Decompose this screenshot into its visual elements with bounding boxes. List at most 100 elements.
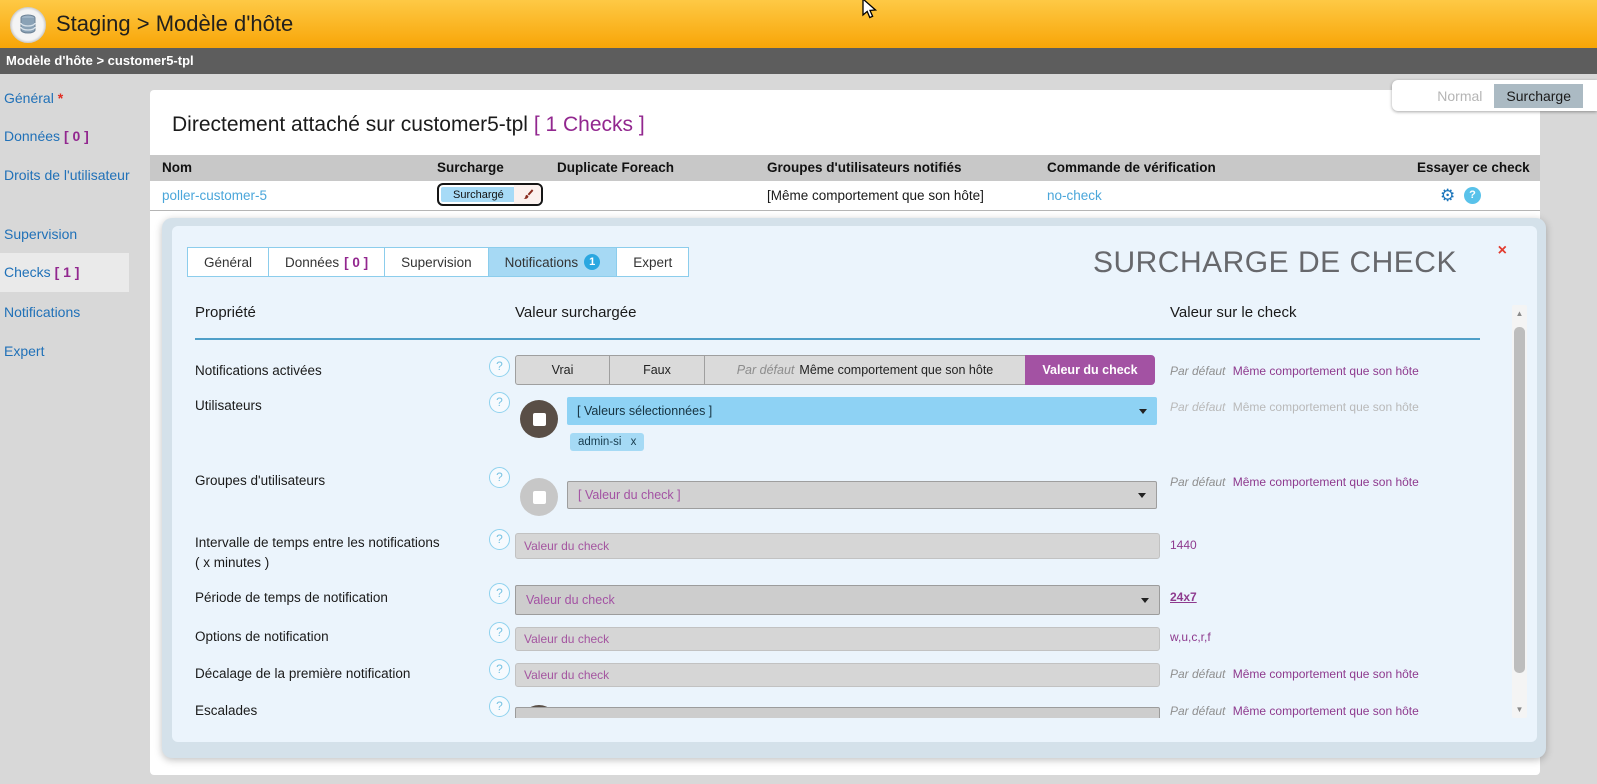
section-title: Directement attaché sur customer5-tpl [ … (172, 113, 645, 137)
sidebar-item-general[interactable]: Général * (4, 90, 144, 106)
check-value-text: Même comportement que son hôte (1233, 475, 1419, 489)
checks-table-header: Nom Surcharge Duplicate Foreach Groupes … (150, 155, 1540, 181)
tab-label: Données (285, 255, 339, 270)
section-title-count: [ 1 Checks ] (534, 113, 645, 136)
row-label-groupes: Groupes d'utilisateurs (195, 473, 325, 488)
tab-supervision[interactable]: Supervision (384, 247, 489, 277)
help-icon[interactable]: ? (489, 622, 510, 643)
mouse-cursor-icon (860, 0, 878, 25)
check-value-decalage: Par défaut Même comportement que son hôt… (1170, 667, 1419, 681)
option-label: Faux (643, 363, 671, 377)
row-label-utilisateurs: Utilisateurs (195, 398, 262, 413)
help-icon[interactable]: ? (489, 659, 510, 680)
groups-override-toggle[interactable] (520, 478, 558, 516)
help-icon[interactable]: ? (489, 529, 510, 550)
help-icon[interactable]: ? (489, 356, 510, 377)
sidebar-item-label: Droits de l'utilisateur (4, 167, 130, 183)
sidebar-item-label: Données (4, 128, 60, 144)
database-icon (10, 7, 46, 43)
first-notification-delay-input[interactable] (515, 663, 1160, 687)
check-value-prefix: Par défaut (1170, 400, 1225, 414)
sidebar-item-label: Supervision (4, 226, 77, 242)
option-valeur-check-button[interactable]: Valeur du check (1025, 355, 1155, 385)
groups-select[interactable]: [ Valeur du check ] (567, 481, 1157, 509)
surcharge-modal: × SURCHARGE DE CHECK Général Données [ 0… (162, 218, 1546, 758)
brush-icon (514, 185, 541, 204)
chevron-down-icon (1139, 409, 1147, 414)
chevron-down-icon (1138, 493, 1146, 498)
check-value-options: w,u,c,r,f (1170, 630, 1211, 644)
chip-label: admin-si (578, 436, 621, 448)
check-value-prefix: Par défaut (1170, 667, 1225, 681)
page-title: Staging > Modèle d'hôte (56, 0, 293, 48)
help-icon[interactable]: ? (489, 583, 510, 604)
surcharge-toggle-button[interactable]: Surcharge (1494, 84, 1583, 108)
col-surcharge: Surcharge (437, 155, 504, 181)
check-value-periode: 24x7 (1170, 590, 1197, 604)
breadcrumb: Modèle d'hôte > customer5-tpl (0, 48, 1597, 74)
col-groupes-notifies: Groupes d'utilisateurs notifiés (767, 155, 962, 181)
tab-expert[interactable]: Expert (616, 247, 689, 277)
check-value-text: w,u,c,r,f (1170, 630, 1211, 644)
select-value: [ Valeurs sélectionnées ] (577, 404, 712, 418)
sidebar-item-label: Général (4, 90, 54, 106)
sidebar-item-donnees[interactable]: Données [ 0 ] (4, 128, 144, 144)
gear-icon[interactable]: ⚙ (1440, 181, 1455, 210)
required-asterisk: * (58, 90, 63, 106)
option-vrai-button[interactable]: Vrai (515, 355, 610, 385)
check-value-prefix: Par défaut (1170, 364, 1225, 378)
surcharge-modal-body: × SURCHARGE DE CHECK Général Données [ 0… (172, 226, 1537, 742)
check-value-notifications: Par défaut Même comportement que son hôt… (1170, 364, 1419, 378)
section-title-text: Directement attaché sur customer5-tpl (172, 113, 528, 136)
selected-user-chip[interactable]: admin-si x (570, 433, 644, 451)
tab-notifications[interactable]: Notifications 1 (488, 247, 618, 277)
command-link[interactable]: no-check (1047, 181, 1102, 210)
escalades-select[interactable] (515, 707, 1160, 718)
notification-options-input[interactable] (515, 627, 1160, 651)
sidebar-item-checks[interactable]: Checks [ 1 ] (4, 264, 144, 280)
users-override-toggle[interactable] (520, 400, 558, 438)
tab-donnees[interactable]: Données [ 0 ] (268, 247, 385, 277)
check-value-text: Même comportement que son hôte (1233, 667, 1419, 681)
tab-label: Supervision (401, 255, 472, 270)
help-icon[interactable]: ? (489, 696, 510, 717)
sidebar-item-supervision[interactable]: Supervision (4, 226, 144, 242)
option-faux-button[interactable]: Faux (609, 355, 705, 385)
interval-input[interactable] (515, 533, 1160, 559)
row-label-intervalle-line2: ( x minutes ) (195, 555, 269, 570)
check-name-link[interactable]: poller-customer-5 (162, 181, 267, 210)
sidebar-item-droits[interactable]: Droits de l'utilisateur (4, 167, 144, 183)
groups-value: [Même comportement que son hôte] (767, 181, 984, 210)
check-value-link[interactable]: 24x7 (1170, 590, 1197, 604)
scroll-down-icon[interactable]: ▼ (1512, 705, 1527, 714)
try-check-help-icon[interactable]: ? (1464, 187, 1481, 204)
option-par-defaut-button[interactable]: Par défaut Même comportement que son hôt… (704, 355, 1026, 385)
toggle-square-icon (533, 491, 546, 504)
close-icon[interactable]: × (1498, 242, 1507, 260)
modal-title: SURCHARGE DE CHECK (1093, 246, 1457, 280)
option-prefix: Par défaut (737, 363, 795, 377)
option-label: Vrai (552, 363, 574, 377)
col-valeur-surchargee: Valeur surchargée (515, 304, 636, 321)
modal-scrollbar[interactable]: ▲ ▼ (1512, 305, 1527, 718)
help-icon[interactable]: ? (489, 467, 510, 488)
scrollbar-thumb[interactable] (1514, 327, 1525, 673)
check-value-prefix: Par défaut (1170, 704, 1225, 718)
notifications-enabled-segmented: Vrai Faux Par défaut Même comportement q… (515, 355, 1155, 385)
check-value-utilisateurs: Par défaut Même comportement que son hôt… (1170, 400, 1419, 414)
sidebar-item-notifications[interactable]: Notifications (4, 304, 144, 320)
row-label-decalage: Décalage de la première notification (195, 666, 410, 681)
chip-remove-icon[interactable]: x (631, 436, 637, 448)
chevron-down-icon (1141, 598, 1149, 603)
period-select[interactable]: Valeur du check (515, 585, 1160, 615)
users-multiselect[interactable]: [ Valeurs sélectionnées ] (567, 397, 1157, 425)
help-icon[interactable]: ? (489, 392, 510, 413)
surcharge-state-button[interactable]: Surchargé (437, 183, 543, 206)
sidebar-item-expert[interactable]: Expert (4, 343, 144, 359)
tab-count: [ 0 ] (344, 255, 368, 270)
normal-toggle-button[interactable]: Normal (1425, 84, 1494, 108)
tab-general[interactable]: Général (187, 247, 269, 277)
breadcrumb-text: Modèle d'hôte > customer5-tpl (6, 48, 194, 74)
check-value-text: Même comportement que son hôte (1233, 364, 1419, 378)
scroll-up-icon[interactable]: ▲ (1512, 309, 1527, 318)
